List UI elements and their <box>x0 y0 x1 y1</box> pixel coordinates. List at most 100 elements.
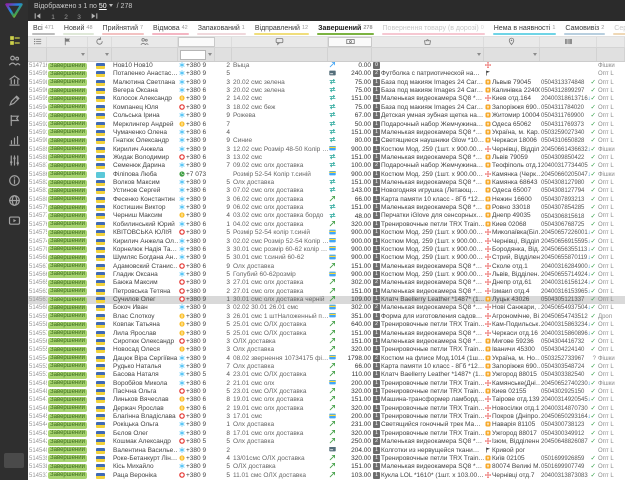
orders-count: 3 <box>215 279 232 287</box>
table-row[interactable]: 514555ЗавершенийНовосад Олеся+380 93Олх … <box>28 346 625 354</box>
table-row[interactable]: 514560ЗавершенийБокоч Иван+380 9302.02 3… <box>28 304 625 312</box>
delivery-column-header[interactable] <box>484 37 540 47</box>
app-logo-icon[interactable] <box>5 3 23 23</box>
table-row[interactable]: 514542ЗавершенийКошмак Александр+380 55О… <box>28 438 625 446</box>
sidebar-item-clients[interactable] <box>4 53 24 73</box>
order-id: 514586 <box>28 171 47 179</box>
filter-dropdown-caret[interactable] <box>208 53 212 56</box>
tab-9[interactable]: Самовивіз2 <box>560 21 609 36</box>
sidebar-item-globe[interactable] <box>4 193 24 213</box>
table-row[interactable]: 514546ЗавершенийДержач Ярослав+380 6219.… <box>28 405 625 413</box>
tab-zavershenyi-active[interactable]: Завершений278 <box>313 21 377 36</box>
page-number-2[interactable]: 2 <box>64 14 68 21</box>
sidebar-item-pen[interactable] <box>4 93 24 113</box>
tab-10[interactable]: Сервіси0 <box>609 21 625 36</box>
table-row[interactable]: 514538ЗавершенийКісь Михайло+380 95ОЛХ д… <box>28 463 625 471</box>
table-row[interactable]: 514554ЗавершенийДацюк Віра Сергіївна+380… <box>28 355 625 363</box>
table-row[interactable]: 514582ЗавершенийВолков Максим+380 95Олх … <box>28 179 625 187</box>
filter-dropdown-caret[interactable] <box>81 53 85 56</box>
filter-dropdown-caret[interactable] <box>533 53 537 56</box>
products-column-header[interactable] <box>372 37 484 47</box>
table-row[interactable]: 514545ЗавершенийБлагінна Владіслава+380 … <box>28 413 625 421</box>
sidebar-item-info[interactable] <box>4 173 24 193</box>
country-column-header[interactable] <box>88 37 112 47</box>
table-row[interactable]: 514553ЗавершенийРудько Наталья+380 97Олх… <box>28 363 625 371</box>
table-row[interactable]: 514557ЗавершенийЛила Ярослав+380 9525.01… <box>28 330 625 338</box>
table-row[interactable]: 514539ЗавершенийРоке-Бетанкурт Лін…+380 … <box>28 455 625 463</box>
table-row[interactable]: 514587ЗавершенийСеменюк Дарина+380 9709.… <box>28 162 625 170</box>
tab-1[interactable]: Новий48 <box>59 21 98 36</box>
table-row[interactable]: 514580ЗавершенийФесенко Константин+380 9… <box>28 196 625 204</box>
table-row[interactable]: 514544ЗавершенийРокіцька Ольга+380 91Олх… <box>28 421 625 429</box>
table-row[interactable]: 514574ЗавершенийКирилич Анжела Ол…+380 9… <box>28 238 625 246</box>
page-size-dropdown[interactable]: 50 <box>99 3 107 10</box>
tab-5[interactable]: Відправлений12 <box>250 21 313 36</box>
table-row[interactable]: 514581ЗавершенийУстинов Сергей+380 6307.… <box>28 187 625 195</box>
table-row[interactable]: 514570ЗавершенийКорнелюк Надія Та…+380 6… <box>28 246 625 254</box>
payment-column-header[interactable] <box>328 37 372 47</box>
filter-dropdown-caret[interactable] <box>105 53 109 56</box>
sidebar-bottom-item[interactable] <box>4 453 24 468</box>
table-row[interactable]: 514565ЗавершенийБаюка Максим+380 9327.01… <box>28 279 625 287</box>
sidebar-item-bank[interactable] <box>4 73 24 93</box>
table-row[interactable]: 514548ЗавершенийПасічна Ольга+380 9523.0… <box>28 388 625 396</box>
table-row[interactable]: 514591ЗавершенийЧумаченко Олена+380 6415… <box>28 129 625 137</box>
status-column-header[interactable] <box>47 37 88 47</box>
table-row[interactable]: 514577ЗавершенийЧерниш Максим+380 9403.0… <box>28 212 625 220</box>
id-column-header[interactable] <box>28 37 47 47</box>
comment-column-header[interactable] <box>232 37 328 47</box>
table-row[interactable]: 514556ЗавершенийСиротюк Олександр+380 93… <box>28 338 625 346</box>
sidebar-item-sliders[interactable] <box>4 153 24 173</box>
table-row[interactable]: 514594ЗавершенийКомпанец Юля+380 9318.02… <box>28 104 625 112</box>
tab-7[interactable]: Повернення товару (в дорозі)0 <box>378 21 489 36</box>
table-row[interactable]: 514598ЗавершенийМалютина Светлана+380 93… <box>28 79 625 87</box>
table-row[interactable]: 514596ЗавершенийВегера Оксана+380 6320.0… <box>28 87 625 95</box>
table-row[interactable]: 514592ЗавершенийМерклингер Андрей+380 67… <box>28 121 625 129</box>
client-column-header[interactable] <box>112 37 178 47</box>
table-row[interactable]: 514575ЗавершенийКВІТОВСЬКА ЮЛІЯ+380 95Ро… <box>28 229 625 237</box>
table-row[interactable]: 514586ЗавершенийФіліпова Люба+7 073Розмі… <box>28 171 625 179</box>
table-row[interactable]: 514558ЗавершенийКовпак Татьяна+380 9525.… <box>28 321 625 329</box>
sidebar-item-orders[interactable] <box>4 33 24 53</box>
table-row[interactable]: 514563ЗавершенийПетровська Тетяна+380 92… <box>28 288 625 296</box>
table-row[interactable]: 514567ЗавершенийАдамовский Станис…+380 6… <box>28 263 625 271</box>
phone-column-header[interactable] <box>178 37 215 47</box>
client-name: Чумаченко Олена <box>112 129 178 137</box>
table-row[interactable]: 514576ЗавершенийКобилинський Юрий+380 61… <box>28 221 625 229</box>
table-row[interactable]: 514537ЗавершенийРаца Вероніка+380 9511.0… <box>28 472 625 480</box>
table-row[interactable]: 514593ЗавершенийСольська Ірина+380 99Рож… <box>28 112 625 120</box>
orders-count-column-header[interactable] <box>215 37 232 47</box>
table-row[interactable]: 514716ЗавершенийНов10 Нов10+380 92Выца0.… <box>28 62 625 70</box>
tab-3[interactable]: Відмова42 <box>148 21 193 36</box>
tab-8[interactable]: Нема в наявності1 <box>489 21 561 36</box>
delivery-city: Новосілки отд.1 <box>484 405 540 413</box>
table-row[interactable]: 514559ЗавершенийВлас Слоткоу+380 9326.01… <box>28 313 625 321</box>
table-row[interactable]: 514561ЗавершенийСучилов Олег+380 9130.01… <box>28 296 625 304</box>
table-row[interactable]: 514568ЗавершенийШумляс Богдана Ан…+380 9… <box>28 254 625 262</box>
table-row[interactable]: 514588ЗавершенийЖидак Володимир+380 6313… <box>28 154 625 162</box>
table-row[interactable]: 514543ЗавершенийБєлов Олег+380 9817.01 с… <box>28 430 625 438</box>
table-row[interactable]: 514551ЗавершенийБасова Наталя+380 5423.0… <box>28 371 625 379</box>
tab-0[interactable]: Всі471 <box>28 21 59 36</box>
table-row[interactable]: 514547ЗавершенийЛиньков Вячеслав+380 681… <box>28 396 625 404</box>
table-row[interactable]: 514579ЗавершенийКостишин Виктор+380 9906… <box>28 204 625 212</box>
tag-column-header[interactable] <box>597 37 625 47</box>
table-row[interactable]: 514589ЗавершенийКирилич Анжела+380 9312.… <box>28 146 625 154</box>
tab-2[interactable]: Прийнятий7 <box>98 21 149 36</box>
sidebar-item-flag[interactable] <box>4 113 24 133</box>
sidebar-item-chart[interactable] <box>4 133 24 153</box>
table-row[interactable]: 514599ЗавершенийПотапенко Анастас…+380 9… <box>28 70 625 78</box>
table-row[interactable]: 514595ЗавершенийКолосок Александр+380 92… <box>28 95 625 103</box>
page-number-1[interactable]: 1 <box>51 14 55 21</box>
table-row[interactable]: 514566ЗавершенийГладик Оксана+380 95Голу… <box>28 271 625 279</box>
table-row[interactable]: 514549ЗавершенийВоробйов Микола+380 6221… <box>28 380 625 388</box>
phone-filter-input[interactable] <box>180 50 206 60</box>
sidebar-item-video[interactable] <box>4 213 24 233</box>
table-row[interactable]: 514540ЗавершенийВалентина Василье…+380 9… <box>28 447 625 455</box>
tab-4[interactable]: Запакований1 <box>193 21 250 36</box>
tracking-column-header[interactable] <box>540 37 597 47</box>
page-number-3[interactable]: 3 <box>77 14 81 21</box>
filter-dropdown-caret[interactable] <box>477 53 481 56</box>
table-row[interactable]: 514590ЗавершенийГнатюк Олександр+380 99С… <box>28 137 625 145</box>
tracking-ok-icon: ✓ <box>591 371 596 379</box>
